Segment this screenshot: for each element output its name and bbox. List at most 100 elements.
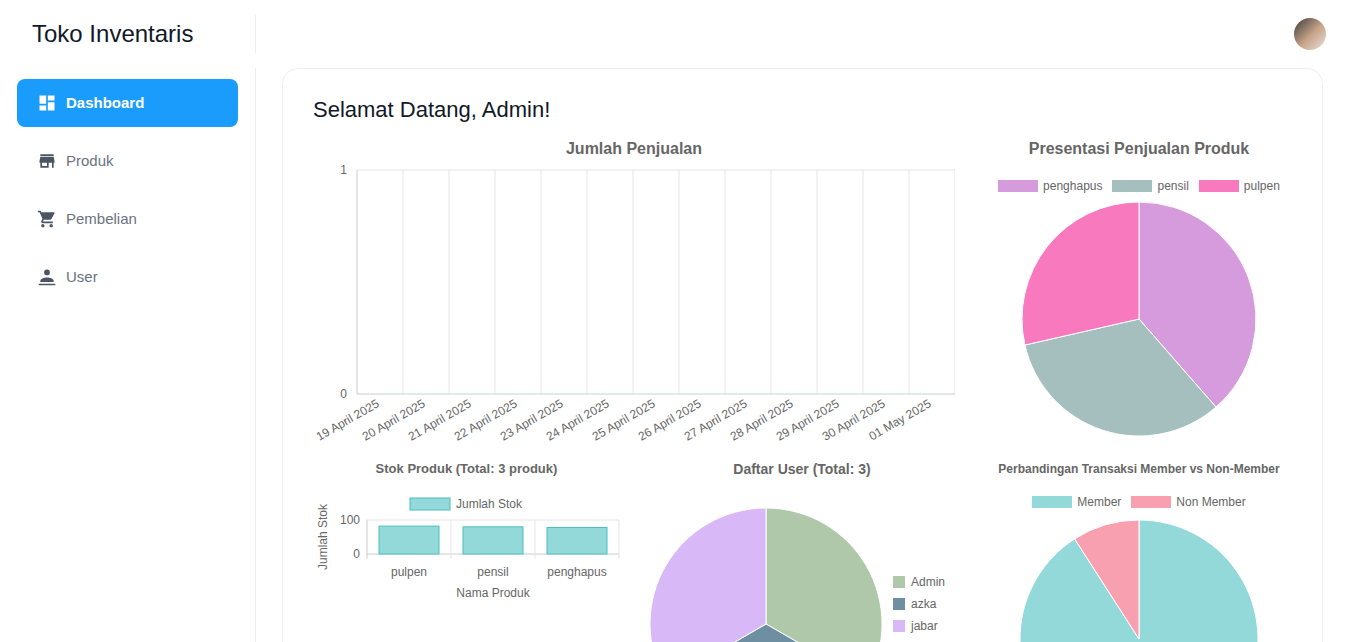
members-chart: Perbandingan Transaksi Member vs Non-Mem… <box>994 461 1284 642</box>
sales-line <box>564 394 610 395</box>
grid-line <box>451 520 452 559</box>
icon-shape <box>40 96 55 111</box>
grid-line <box>449 170 450 394</box>
y-tick: 100 <box>340 513 360 527</box>
heading-text: Selamat Datang, Admin! <box>313 97 550 122</box>
body: Dashboard Produk Pembelian User Selamat Dat… <box>0 68 1346 642</box>
legend-swatch <box>893 576 905 588</box>
y-axis-title: Jumlah Stok <box>316 503 330 570</box>
grid-line <box>619 520 620 559</box>
top-row: Jumlah Penjualan1019 April 202520 April … <box>313 139 1292 461</box>
sidebar-item[interactable]: User <box>17 253 238 301</box>
pie-slice <box>766 508 882 642</box>
legend-swatch <box>998 180 1038 192</box>
legend-item[interactable]: penghapus <box>998 179 1102 193</box>
pie-slice <box>1022 202 1139 345</box>
legend-label: pensil <box>1157 179 1188 193</box>
sidebar: Dashboard Produk Pembelian User <box>0 68 256 642</box>
legend-swatch <box>1131 496 1171 508</box>
grid-line <box>587 170 588 394</box>
sales-line <box>794 394 840 395</box>
grid-line <box>725 170 726 394</box>
grid-line <box>541 170 542 394</box>
legend-item[interactable]: Member <box>1032 495 1121 509</box>
legend-swatch <box>410 498 450 510</box>
sales-line <box>610 394 656 395</box>
axis-line <box>357 394 955 395</box>
grid-line <box>909 170 910 394</box>
chart-title: Presentasi Penjualan Produk <box>994 139 1284 159</box>
members-pie <box>994 509 1284 642</box>
chart-legend: penghapus pensil pulpen <box>994 179 1284 193</box>
header: Toko Inventaris <box>0 0 1346 68</box>
store-icon <box>37 151 57 171</box>
users-pie: Admin azka jabar <box>632 477 972 642</box>
grid-line <box>357 170 955 171</box>
dashboard-card: Selamat Datang, Admin! Jumlah Penjualan 1… <box>282 68 1323 642</box>
pie-slice <box>1075 520 1139 639</box>
sidebar-item[interactable]: Produk <box>17 137 238 185</box>
y-tick: 1 <box>340 163 347 177</box>
product-share-chart: Presentasi Penjualan Produk penghapus pens… <box>994 139 1284 461</box>
x-tick: pensil <box>477 565 508 579</box>
x-tick: 01 May 2025 <box>866 396 933 443</box>
legend-item[interactable]: pulpen <box>1199 179 1280 193</box>
x-axis-title: Nama Produk <box>456 586 530 600</box>
sales-line <box>840 394 886 395</box>
sidebar-item[interactable]: Pembelian <box>17 195 238 243</box>
sales-line <box>472 394 518 395</box>
sales-line <box>380 394 426 395</box>
sales-line <box>518 394 564 395</box>
stock-bar <box>379 526 439 554</box>
legend-label: penghapus <box>1043 179 1102 193</box>
legend-item[interactable]: pensil <box>1112 179 1188 193</box>
users-chart: Daftar User (Total: 3)Adminazkajabar <box>632 461 972 642</box>
chart-title: Stok Produk (Total: 3 produk) <box>313 461 620 477</box>
legend-label: Member <box>1077 495 1121 509</box>
stock-bar <box>463 527 523 554</box>
sales-line <box>426 394 472 395</box>
stock-plot: Jumlah Stok 100 0 Jumlah Stok pulpen pensil pe… <box>313 477 620 617</box>
legend-label: Jumlah Stok <box>456 497 523 511</box>
avatar[interactable] <box>1294 18 1326 50</box>
grid-line <box>633 170 634 394</box>
sales-line <box>656 394 702 395</box>
legend-swatch <box>1032 496 1072 508</box>
sidebar-label: Produk <box>66 150 114 173</box>
legend-swatch <box>893 620 905 632</box>
icon-shape <box>39 270 56 286</box>
x-tick: pulpen <box>391 565 427 579</box>
grid-line <box>955 170 956 394</box>
bottom-row: Stok Produk (Total: 3 produk)Jumlah Stok… <box>313 461 1292 642</box>
sidebar-label: Dashboard <box>66 92 144 115</box>
sidebar-label: User <box>66 266 98 289</box>
page-heading: Selamat Datang, Admin! <box>313 97 1292 123</box>
grid-line <box>535 520 536 559</box>
y-tick: 0 <box>353 547 360 561</box>
logo[interactable]: Toko Inventaris <box>0 15 256 53</box>
legend-swatch <box>1112 180 1152 192</box>
x-tick: penghapus <box>547 565 606 579</box>
legend-label: azka <box>911 597 937 611</box>
grid-line <box>403 170 404 394</box>
logo-text: Toko Inventaris <box>32 16 193 52</box>
pie-slice <box>650 508 766 642</box>
stock-chart: Stok Produk (Total: 3 produk)Jumlah Stok… <box>313 461 620 642</box>
grid-line <box>495 170 496 394</box>
grid-line <box>357 170 358 394</box>
grid-line <box>863 170 864 394</box>
legend-label: Admin <box>911 575 945 589</box>
share-pie <box>1019 199 1259 439</box>
legend-item[interactable]: Non Member <box>1131 495 1245 509</box>
sidebar-item[interactable]: Dashboard <box>17 79 238 127</box>
chart-legend: Member Non Member <box>994 495 1284 509</box>
sales-line <box>702 394 748 395</box>
grid-line <box>817 170 818 394</box>
user-icon <box>37 267 57 287</box>
cart-icon <box>37 209 57 229</box>
app: Toko Inventaris Dashboard Produk Pembelian… <box>0 0 1346 642</box>
chart-title: Jumlah Penjualan <box>313 139 955 159</box>
grid-line <box>367 520 368 559</box>
legend-label: jabar <box>910 619 938 633</box>
sales-line <box>748 394 794 395</box>
